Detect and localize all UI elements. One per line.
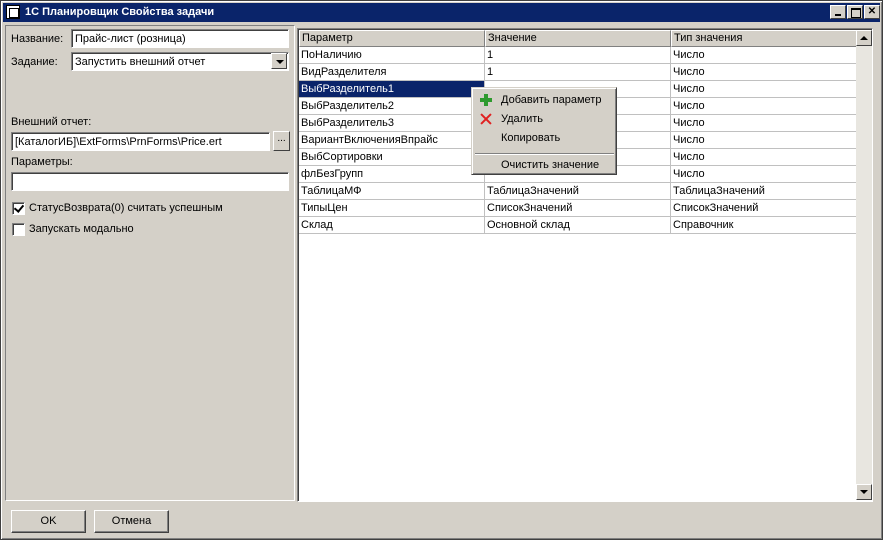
menu-item-clear-label: Очистить значение: [501, 159, 600, 171]
value-cell[interactable]: ТаблицаЗначений: [485, 183, 671, 200]
task-combo[interactable]: Запустить внешний отчет: [71, 52, 289, 71]
param-cell[interactable]: флБезГрупп: [299, 166, 485, 183]
modal-checkbox[interactable]: [12, 223, 25, 236]
browse-button[interactable]: ...: [273, 131, 290, 151]
app-icon: [6, 5, 20, 19]
delete-icon: [480, 113, 492, 125]
type-cell[interactable]: Число: [671, 132, 857, 149]
param-cell[interactable]: Склад: [299, 217, 485, 234]
params-field[interactable]: [11, 172, 289, 191]
name-field[interactable]: Прайс-лист (розница): [71, 29, 289, 48]
type-cell[interactable]: Число: [671, 47, 857, 64]
param-cell[interactable]: ТипыЦен: [299, 200, 485, 217]
param-cell[interactable]: ВидРазделителя: [299, 64, 485, 81]
menu-item-clear-value[interactable]: Очистить значение: [475, 156, 614, 174]
type-cell[interactable]: СписокЗначений: [671, 200, 857, 217]
task-combo-value: Запустить внешний отчет: [75, 56, 206, 68]
table-row[interactable]: Склад Основной склад Справочник: [299, 217, 857, 234]
status-checkbox-label[interactable]: СтатусВозврата(0) считать успешным: [29, 202, 223, 214]
task-label: Задание:: [11, 56, 58, 68]
ok-button[interactable]: OK: [11, 510, 86, 533]
menu-item-delete-label: Удалить: [501, 113, 543, 125]
title-bar[interactable]: 1С Планировщик Свойства задачи ✕: [3, 3, 880, 22]
type-cell[interactable]: Число: [671, 166, 857, 183]
value-cell[interactable]: СписокЗначений: [485, 200, 671, 217]
value-cell[interactable]: 1: [485, 64, 671, 81]
menu-item-add-label: Добавить параметр: [501, 94, 602, 106]
ext-report-field[interactable]: [КаталогИБ]\ExtForms\PrnForms\Price.ert: [11, 132, 270, 151]
properties-window: 1С Планировщик Свойства задачи ✕ Названи…: [0, 0, 883, 540]
menu-item-copy-label: Копировать: [501, 132, 561, 144]
table-row[interactable]: ВидРазделителя 1 Число: [299, 64, 857, 81]
value-cell[interactable]: Основной склад: [485, 217, 671, 234]
status-checkbox[interactable]: [12, 202, 25, 215]
menu-separator: [475, 153, 614, 155]
close-button[interactable]: ✕: [864, 5, 880, 19]
param-cell[interactable]: ПоНаличию: [299, 47, 485, 64]
column-header-value[interactable]: Значение: [485, 30, 671, 47]
menu-item-delete[interactable]: Удалить: [475, 110, 614, 128]
table-row[interactable]: ТипыЦен СписокЗначений СписокЗначений: [299, 200, 857, 217]
grid-header: Параметр Значение Тип значения: [299, 30, 857, 47]
table-row[interactable]: ПоНаличию 1 Число: [299, 47, 857, 64]
param-cell[interactable]: ВыбСортировки: [299, 149, 485, 166]
param-cell[interactable]: ВыбРазделитель3: [299, 115, 485, 132]
menu-item-copy[interactable]: Копировать: [475, 129, 614, 147]
plus-icon: [480, 94, 492, 106]
table-row[interactable]: ТаблицаМФ ТаблицаЗначений ТаблицаЗначени…: [299, 183, 857, 200]
type-cell[interactable]: ТаблицаЗначений: [671, 183, 857, 200]
menu-item-add-param[interactable]: Добавить параметр: [475, 91, 614, 109]
modal-checkbox-label[interactable]: Запускать модально: [29, 223, 134, 235]
window-title: 1С Планировщик Свойства задачи: [25, 6, 215, 18]
properties-panel: [5, 25, 295, 501]
column-header-type[interactable]: Тип значения: [671, 30, 857, 47]
scroll-down-icon[interactable]: [856, 484, 872, 500]
type-cell[interactable]: Число: [671, 64, 857, 81]
params-label: Параметры:: [11, 156, 73, 168]
value-cell[interactable]: 1: [485, 47, 671, 64]
scroll-up-icon[interactable]: [856, 30, 872, 46]
minimize-button[interactable]: [830, 5, 846, 19]
type-cell[interactable]: Число: [671, 81, 857, 98]
maximize-button[interactable]: [847, 5, 863, 19]
type-cell[interactable]: Справочник: [671, 217, 857, 234]
type-cell[interactable]: Число: [671, 98, 857, 115]
context-menu: Добавить параметр Удалить Копировать Очи…: [471, 87, 617, 175]
vertical-scrollbar[interactable]: [856, 30, 872, 500]
chevron-down-icon[interactable]: [271, 53, 287, 69]
param-cell[interactable]: ВариантВключенияВпрайс: [299, 132, 485, 149]
param-cell[interactable]: ТаблицаМФ: [299, 183, 485, 200]
type-cell[interactable]: Число: [671, 149, 857, 166]
cancel-button[interactable]: Отмена: [94, 510, 169, 533]
type-cell[interactable]: Число: [671, 115, 857, 132]
column-header-param[interactable]: Параметр: [299, 30, 485, 47]
param-cell[interactable]: ВыбРазделитель2: [299, 98, 485, 115]
name-label: Название:: [11, 33, 64, 45]
param-cell[interactable]: ВыбРазделитель1: [299, 81, 485, 98]
ext-report-label: Внешний отчет:: [11, 116, 92, 128]
